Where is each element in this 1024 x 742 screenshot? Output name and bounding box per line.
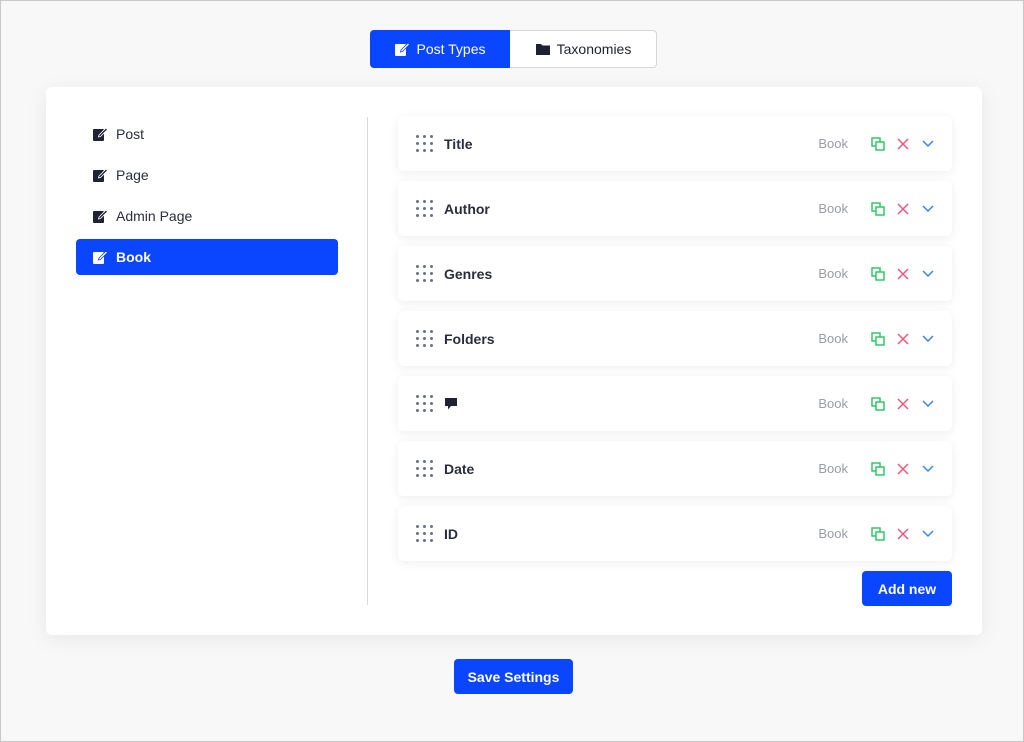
field-row: Author Book (398, 181, 952, 236)
field-label: Date (444, 460, 475, 477)
chevron-down-icon[interactable] (920, 266, 936, 282)
close-icon[interactable] (895, 526, 911, 542)
sidebar-item-label: Page (116, 167, 149, 183)
chevron-down-icon[interactable] (920, 136, 936, 152)
tab-label: Post Types (416, 41, 486, 57)
sidebar-item-label: Post (116, 126, 145, 142)
comment-icon (444, 397, 458, 411)
sidebar-item-label: Book (116, 249, 151, 265)
edit-icon (92, 249, 108, 265)
drag-handle-icon[interactable] (416, 524, 434, 543)
field-row: Folders Book (398, 311, 952, 366)
close-icon[interactable] (895, 201, 911, 217)
settings-card: Post Page Admin Page Book Title Book Aut… (46, 87, 982, 635)
add-new-button[interactable]: Add new (862, 571, 952, 606)
tab-taxonomies[interactable]: Taxonomies (510, 31, 656, 67)
field-label: Folders (444, 330, 495, 347)
drag-handle-icon[interactable] (416, 329, 434, 348)
duplicate-icon[interactable] (870, 136, 886, 152)
field-label: Author (444, 200, 490, 217)
field-row: Genres Book (398, 246, 952, 301)
duplicate-icon[interactable] (870, 396, 886, 412)
field-type: Book (818, 461, 848, 476)
drag-handle-icon[interactable] (416, 264, 434, 283)
field-type: Book (818, 201, 848, 216)
field-row: Book (398, 376, 952, 431)
field-label: Title (444, 135, 473, 152)
edit-icon (92, 208, 108, 224)
sidebar-item-book[interactable]: Book (76, 239, 338, 275)
top-tabs: Post Types Taxonomies (370, 30, 657, 68)
chevron-down-icon[interactable] (920, 201, 936, 217)
chevron-down-icon[interactable] (920, 331, 936, 347)
drag-handle-icon[interactable] (416, 134, 434, 153)
save-settings-button[interactable]: Save Settings (454, 659, 573, 694)
sidebar-item-admin-page[interactable]: Admin Page (76, 198, 338, 234)
field-label: Genres (444, 265, 493, 282)
folder-icon (535, 41, 551, 57)
field-list: Title Book Author Book Genres Book Folde… (398, 116, 952, 571)
field-type: Book (818, 266, 848, 281)
field-type: Book (818, 136, 848, 151)
edit-icon (92, 126, 108, 142)
field-label: ID (444, 525, 458, 542)
sidebar-item-page[interactable]: Page (76, 157, 338, 193)
field-type: Book (818, 396, 848, 411)
duplicate-icon[interactable] (870, 201, 886, 217)
field-type: Book (818, 526, 848, 541)
sidebar-item-label: Admin Page (116, 208, 193, 224)
field-row: ID Book (398, 506, 952, 561)
field-row: Date Book (398, 441, 952, 496)
chevron-down-icon[interactable] (920, 396, 936, 412)
divider (367, 117, 368, 605)
close-icon[interactable] (895, 461, 911, 477)
duplicate-icon[interactable] (870, 461, 886, 477)
edit-icon (92, 167, 108, 183)
tab-post-types[interactable]: Post Types (370, 30, 510, 68)
field-row: Title Book (398, 116, 952, 171)
chevron-down-icon[interactable] (920, 526, 936, 542)
chevron-down-icon[interactable] (920, 461, 936, 477)
post-type-sidebar: Post Page Admin Page Book (76, 116, 338, 280)
duplicate-icon[interactable] (870, 266, 886, 282)
drag-handle-icon[interactable] (416, 199, 434, 218)
duplicate-icon[interactable] (870, 331, 886, 347)
close-icon[interactable] (895, 396, 911, 412)
duplicate-icon[interactable] (870, 526, 886, 542)
edit-icon (394, 41, 411, 57)
close-icon[interactable] (895, 331, 911, 347)
drag-handle-icon[interactable] (416, 394, 434, 413)
close-icon[interactable] (895, 266, 911, 282)
drag-handle-icon[interactable] (416, 459, 434, 478)
sidebar-item-post[interactable]: Post (76, 116, 338, 152)
tab-label: Taxonomies (556, 41, 632, 57)
field-type: Book (818, 331, 848, 346)
close-icon[interactable] (895, 136, 911, 152)
